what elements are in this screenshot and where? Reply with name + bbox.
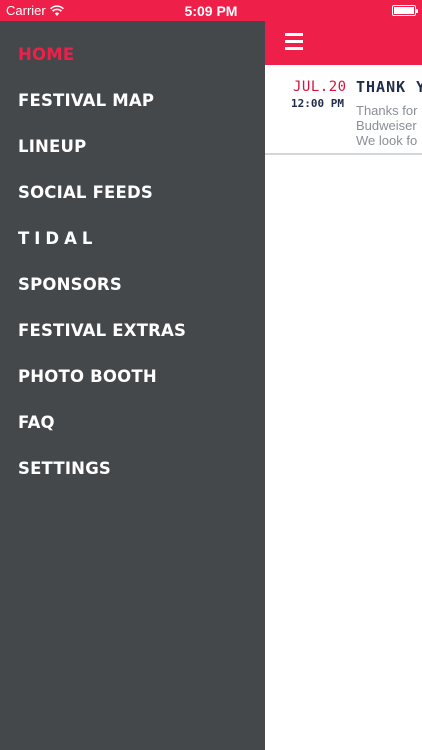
post-body-line: Budweiser: [356, 118, 417, 133]
status-bar: Carrier 5:09 PM: [0, 0, 422, 21]
post-time: 12:00 PM: [291, 97, 344, 110]
feed-post[interactable]: JUL.20 12:00 PM THANK Y Thanks for Budwe…: [265, 65, 422, 155]
content-header: [265, 21, 422, 65]
menu-item-lineup[interactable]: LINEUP: [18, 137, 86, 156]
post-title: THANK Y: [356, 78, 422, 96]
hamburger-menu-icon[interactable]: [285, 33, 303, 50]
post-body: Thanks for Budweiser We look fo: [356, 103, 417, 148]
menu-item-faq[interactable]: FAQ: [18, 413, 55, 432]
menu-item-tidal[interactable]: TIDAL: [18, 229, 97, 248]
post-body-line: Thanks for: [356, 103, 418, 118]
menu-item-home[interactable]: HOME: [18, 45, 74, 64]
status-time: 5:09 PM: [184, 3, 238, 19]
menu-item-festival-map[interactable]: FESTIVAL MAP: [18, 91, 154, 110]
post-body-line: We look fo: [356, 133, 418, 148]
menu-item-photo-booth[interactable]: PHOTO BOOTH: [18, 367, 157, 386]
menu-item-festival-extras[interactable]: FESTIVAL EXTRAS: [18, 321, 186, 340]
menu-item-sponsors[interactable]: SPONSORS: [18, 275, 122, 294]
battery-icon: [392, 5, 418, 16]
side-drawer: HOME FESTIVAL MAP LINEUP SOCIAL FEEDS TI…: [0, 21, 265, 750]
menu-item-social-feeds[interactable]: SOCIAL FEEDS: [18, 183, 153, 202]
menu-item-settings[interactable]: SETTINGS: [18, 459, 111, 478]
post-date: JUL.20: [293, 79, 347, 95]
